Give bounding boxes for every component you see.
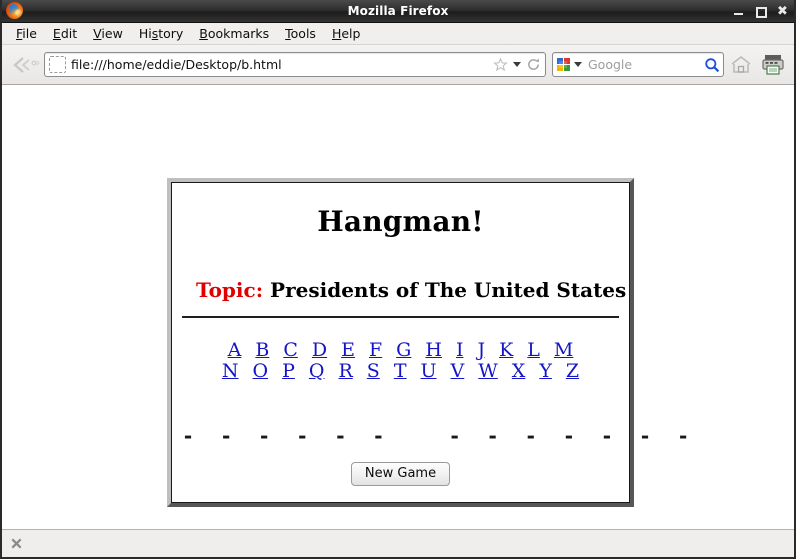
letter-link-f[interactable]: F: [369, 339, 382, 361]
magnifier-icon[interactable]: [704, 57, 720, 73]
menu-history[interactable]: History: [131, 25, 191, 42]
menu-file[interactable]: File: [8, 25, 45, 42]
letter-link-a[interactable]: A: [228, 339, 242, 361]
letter-link-o[interactable]: O: [253, 360, 269, 382]
letter-link-b[interactable]: B: [255, 339, 269, 361]
firefox-logo-icon: [6, 2, 24, 20]
url-bar[interactable]: file:///home/eddie/Desktop/b.html: [44, 52, 546, 77]
letter-link-l[interactable]: L: [527, 339, 540, 361]
search-input[interactable]: Google: [584, 57, 704, 72]
browser-window: Mozilla Firefox ✖ File Edit View History…: [0, 0, 796, 559]
menu-bookmarks[interactable]: Bookmarks: [191, 25, 277, 42]
letter-row-1: ABCDEFGHIJKLM: [182, 340, 619, 361]
letter-link-w[interactable]: W: [478, 360, 498, 382]
hangman-frame: Hangman! Topic: Presidents of The United…: [167, 178, 697, 507]
letter-link-s[interactable]: S: [367, 360, 380, 382]
titlebar: Mozilla Firefox ✖: [2, 0, 794, 23]
navigation-toolbar: file:///home/eddie/Desktop/b.html Google: [2, 45, 794, 85]
divider: [182, 316, 619, 318]
letter-link-j[interactable]: J: [477, 339, 485, 361]
window-title: Mozilla Firefox: [347, 4, 449, 18]
topic-value: Presidents of The United States: [270, 278, 627, 302]
letter-link-i[interactable]: I: [456, 339, 464, 361]
menu-edit[interactable]: Edit: [45, 25, 85, 42]
letter-link-x[interactable]: X: [512, 360, 526, 382]
letter-link-m[interactable]: M: [554, 339, 573, 361]
letter-link-q[interactable]: Q: [309, 360, 325, 382]
word-display: - - - - - - - - - - - - -: [182, 424, 697, 448]
home-icon: [731, 55, 751, 73]
letter-link-g[interactable]: G: [396, 339, 411, 361]
print-button[interactable]: [758, 50, 788, 80]
letter-link-y[interactable]: Y: [539, 360, 552, 382]
menu-view[interactable]: View: [85, 25, 131, 42]
search-bar[interactable]: Google: [552, 52, 724, 77]
page-title: Hangman!: [317, 205, 484, 238]
reload-icon[interactable]: [526, 57, 541, 72]
letter-link-n[interactable]: N: [222, 360, 239, 382]
close-icon[interactable]: [10, 537, 23, 550]
letter-link-v[interactable]: V: [451, 360, 465, 382]
letter-link-k[interactable]: K: [499, 339, 513, 361]
minimize-icon[interactable]: [733, 6, 744, 17]
print-icon: [762, 54, 784, 75]
letter-link-e[interactable]: E: [341, 339, 355, 361]
letter-link-z[interactable]: Z: [566, 360, 579, 382]
button-row: New Game: [182, 462, 619, 486]
dotted-favicon-placeholder-icon: [49, 56, 66, 73]
url-bar-icons: [493, 57, 542, 72]
chevron-down-icon[interactable]: [574, 62, 582, 67]
back-forward-arrow-icon[interactable]: [8, 52, 42, 78]
letter-link-u[interactable]: U: [421, 360, 437, 382]
letter-link-r[interactable]: R: [338, 360, 352, 382]
topic-label: Topic:: [196, 278, 264, 302]
statusbar: [2, 529, 794, 557]
home-button[interactable]: [726, 50, 756, 80]
google-logo-icon[interactable]: [556, 57, 572, 72]
topic-line: Topic: Presidents of The United States: [196, 278, 626, 302]
hangman-panel: Hangman! Topic: Presidents of The United…: [171, 182, 697, 503]
chevron-down-icon[interactable]: [513, 62, 521, 67]
star-icon[interactable]: [493, 57, 508, 72]
new-game-button[interactable]: New Game: [350, 462, 451, 486]
letter-link-t[interactable]: T: [394, 360, 407, 382]
window-controls: ✖: [733, 5, 788, 18]
maximize-icon[interactable]: [755, 6, 767, 18]
url-input[interactable]: file:///home/eddie/Desktop/b.html: [71, 57, 493, 72]
menu-tools[interactable]: Tools: [277, 25, 324, 42]
menubar: File Edit View History Bookmarks Tools H…: [2, 23, 794, 45]
close-icon[interactable]: ✖: [777, 5, 788, 18]
page-content-area: Hangman! Topic: Presidents of The United…: [2, 85, 794, 529]
menu-help[interactable]: Help: [324, 25, 369, 42]
letter-link-p[interactable]: P: [282, 360, 295, 382]
letter-link-d[interactable]: D: [312, 339, 327, 361]
letter-link-c[interactable]: C: [283, 339, 298, 361]
letter-row-2: NOPQRSTUVWXYZ: [182, 361, 619, 382]
letter-grid: ABCDEFGHIJKLM NOPQRSTUVWXYZ: [182, 340, 619, 382]
letter-link-h[interactable]: H: [425, 339, 442, 361]
